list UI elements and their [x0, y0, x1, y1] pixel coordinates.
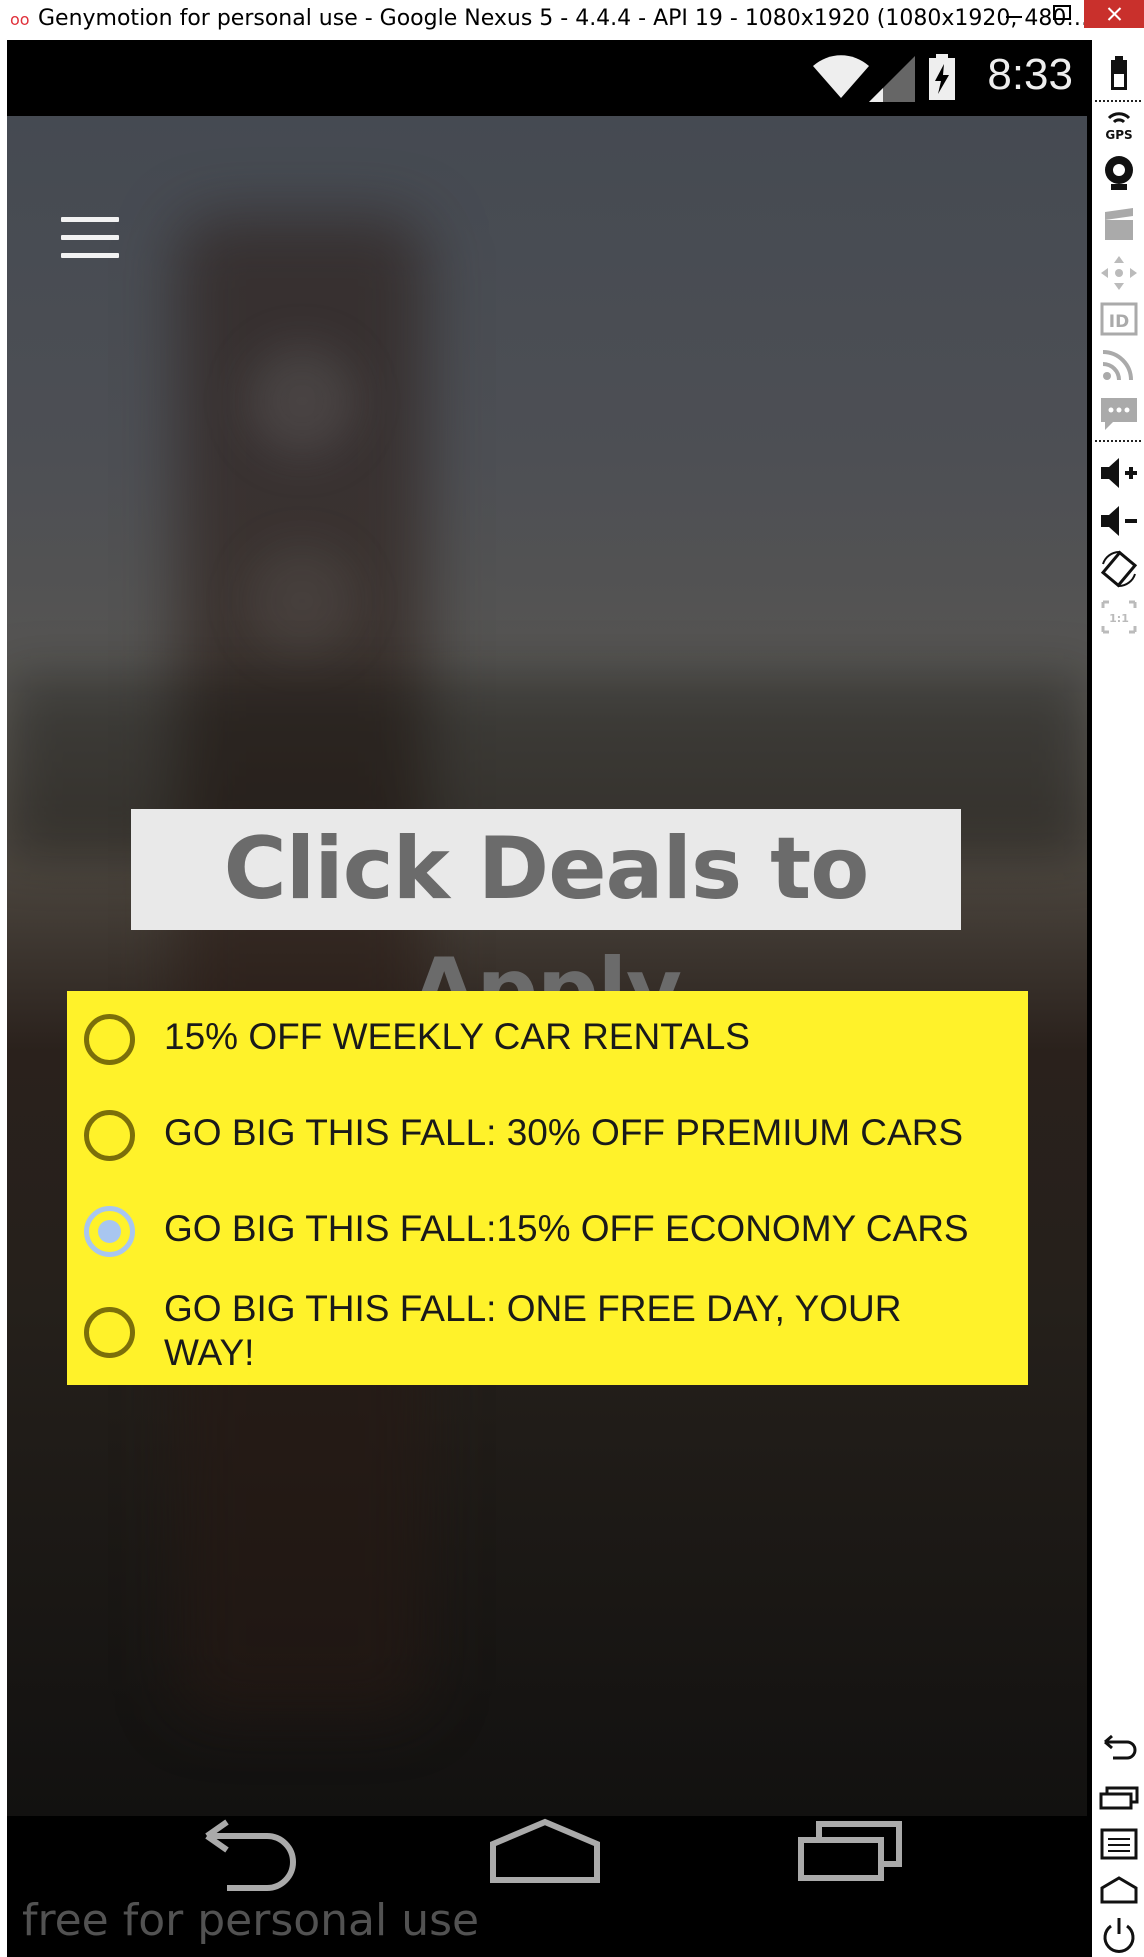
power-icon[interactable]	[1099, 1916, 1139, 1954]
dpad-icon[interactable]	[1099, 254, 1139, 292]
window-titlebar: oo Genymotion for personal use - Google …	[0, 0, 1144, 40]
rss-icon[interactable]	[1099, 346, 1139, 384]
webcam-icon[interactable]	[1099, 154, 1139, 192]
back-icon[interactable]	[1099, 1730, 1139, 1768]
deal-option-free-day[interactable]: GO BIG THIS FALL: ONE FREE DAY, YOUR WAY…	[67, 1279, 1028, 1385]
background-photo-light	[247, 346, 357, 456]
maximize-button[interactable]	[1038, 0, 1084, 28]
window-title: Genymotion for personal use - Google Nex…	[38, 6, 1089, 31]
radio-button[interactable]	[84, 1110, 135, 1161]
home-icon[interactable]	[1099, 1870, 1139, 1908]
genymotion-toolbar: GPS ID 1:1	[1087, 40, 1144, 1957]
heading-banner: Click Deals to Apply	[131, 809, 961, 1040]
deal-label: GO BIG THIS FALL:15% OFF ECONOMY CARS	[164, 1208, 969, 1249]
id-label: ID	[1109, 312, 1129, 332]
sms-icon[interactable]	[1099, 394, 1139, 432]
rotate-icon[interactable]	[1099, 550, 1139, 588]
id-icon[interactable]: ID	[1099, 300, 1139, 338]
radio-button-checked[interactable]	[84, 1206, 135, 1257]
gps-label: GPS	[1105, 128, 1132, 142]
menu-icon[interactable]	[1099, 1824, 1139, 1862]
background-photo-light	[247, 546, 357, 656]
gps-icon[interactable]: GPS	[1099, 104, 1139, 142]
device-screen: 8:33 Click Deals to Apply 15% OFF WEEKLY…	[7, 40, 1087, 1957]
deal-option-economy-cars[interactable]: GO BIG THIS FALL:15% OFF ECONOMY CARS	[67, 1183, 1028, 1279]
radio-button[interactable]	[84, 1307, 135, 1358]
toolbar-separator	[1095, 440, 1141, 442]
deal-label: GO BIG THIS FALL: ONE FREE DAY, YOUR	[164, 1288, 902, 1329]
deal-label: GO BIG THIS FALL: 30% OFF PREMIUM CARS	[164, 1112, 964, 1153]
status-clock: 8:33	[987, 50, 1073, 99]
volume-up-icon[interactable]	[1099, 454, 1139, 492]
genymotion-logo: oo	[10, 10, 30, 29]
signal-icon	[869, 56, 915, 102]
close-button[interactable]	[1084, 0, 1144, 28]
radio-button[interactable]	[84, 1014, 135, 1065]
recent-apps-icon[interactable]	[1099, 1778, 1139, 1816]
deal-option-premium-cars[interactable]: GO BIG THIS FALL: 30% OFF PREMIUM CARS	[67, 1087, 1028, 1183]
capture-icon[interactable]	[1099, 204, 1139, 242]
deal-option-weekly-rentals[interactable]: 15% OFF WEEKLY CAR RENTALS	[67, 991, 1028, 1087]
wifi-icon	[813, 55, 869, 98]
minimize-button[interactable]	[992, 0, 1038, 28]
recent-apps-icon[interactable]	[797, 1816, 907, 1957]
home-icon[interactable]	[489, 1816, 601, 1957]
toolbar-separator	[1095, 100, 1141, 102]
watermark: free for personal use	[22, 1895, 480, 1946]
volume-down-icon[interactable]	[1099, 502, 1139, 540]
battery-charging-icon	[929, 54, 955, 100]
deal-label-line2: WAY!	[164, 1332, 255, 1373]
scale-icon[interactable]: 1:1	[1099, 598, 1139, 636]
page-title: Click Deals to Apply	[223, 819, 870, 1040]
app-content: Click Deals to Apply 15% OFF WEEKLY CAR …	[7, 116, 1087, 1816]
window-left-border	[0, 40, 7, 1957]
deals-radio-group: 15% OFF WEEKLY CAR RENTALS GO BIG THIS F…	[67, 991, 1028, 1385]
battery-icon[interactable]	[1099, 54, 1139, 92]
deal-label: 15% OFF WEEKLY CAR RENTALS	[164, 1016, 750, 1057]
status-bar: 8:33	[7, 40, 1087, 116]
scale-label: 1:1	[1109, 612, 1129, 625]
hamburger-menu-icon[interactable]	[61, 217, 119, 259]
